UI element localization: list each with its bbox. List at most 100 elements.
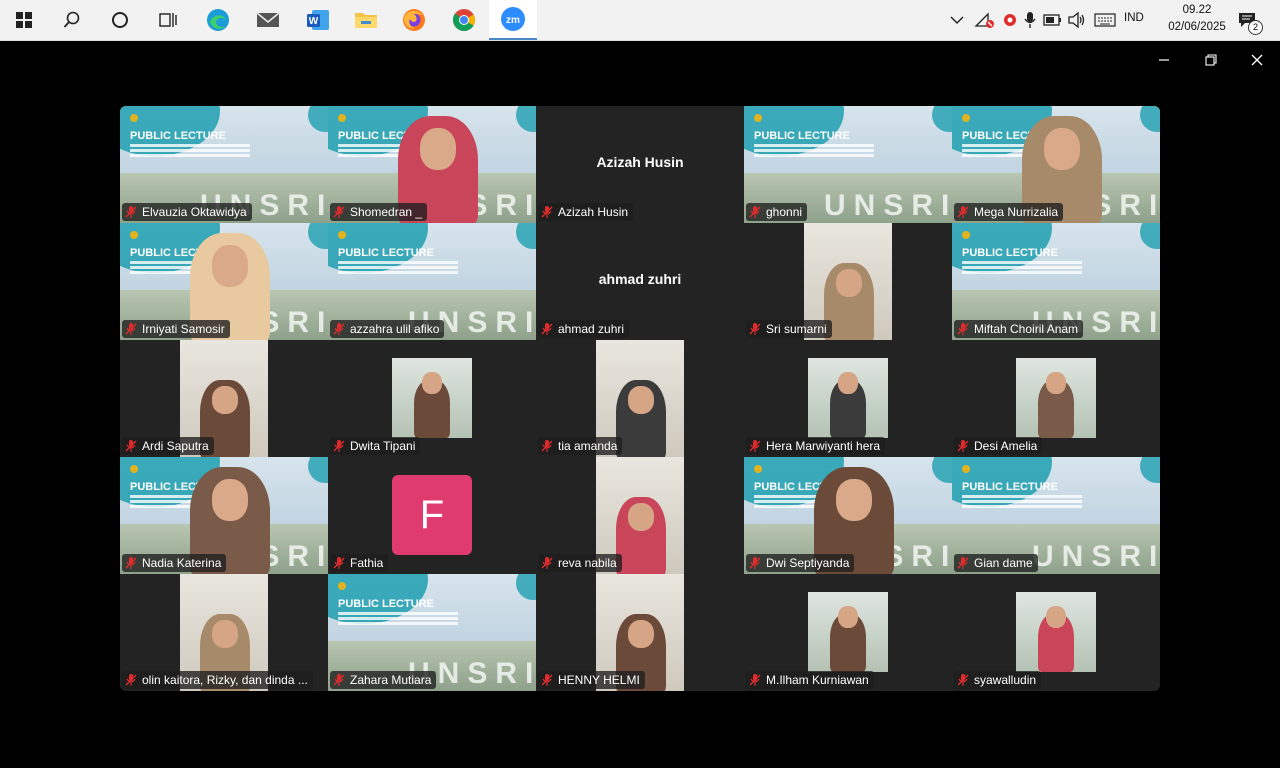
poster-title: PUBLIC LECTURE: [962, 481, 1058, 493]
close-icon: [1251, 54, 1263, 66]
word-icon[interactable]: W: [294, 0, 342, 40]
keyboard-icon[interactable]: [1092, 0, 1118, 40]
taskbar-clock[interactable]: 09.22 02/06/2025: [1160, 2, 1234, 36]
poster-title: PUBLIC LECTURE: [130, 130, 226, 142]
mic-muted-icon: [541, 323, 553, 335]
chevron-up-icon[interactable]: [948, 0, 966, 40]
participant-name: Dwi Septiyanda: [766, 556, 850, 570]
participant-tile[interactable]: PUBLIC LECTUREUNSRINadia Katerina: [120, 457, 328, 574]
volume-icon[interactable]: [1066, 0, 1088, 40]
mic-muted-icon: [125, 440, 137, 452]
profile-photo: [1016, 358, 1096, 438]
participant-name-label: Shomedran _: [330, 203, 428, 221]
participant-face: [628, 503, 654, 531]
participant-tile[interactable]: syawalludin: [952, 574, 1160, 691]
participant-name: Hera Marwiyanti hera: [766, 439, 881, 453]
participant-name: Ardi Saputra: [142, 439, 209, 453]
chrome-icon[interactable]: [440, 0, 488, 40]
network-icon[interactable]: [972, 0, 996, 40]
participant-tile[interactable]: Azizah Husin Azizah Husin: [536, 106, 744, 223]
profile-photo: [808, 358, 888, 438]
participant-name-label: Azizah Husin: [538, 203, 634, 221]
participant-name-label: Elvauzia Oktawidya: [122, 203, 252, 221]
poster-watermark: UNSRI: [824, 189, 952, 222]
mic-muted-icon: [749, 440, 761, 452]
participant-tile[interactable]: tia amanda: [536, 340, 744, 457]
notification-count-badge: 2: [1248, 20, 1263, 35]
mic-muted-icon: [541, 440, 553, 452]
mail-icon[interactable]: [244, 0, 292, 40]
mic-muted-icon: [749, 206, 761, 218]
participant-tile[interactable]: PUBLIC LECTURE UNSRI Elvauzia Oktawidya: [120, 106, 328, 223]
poster-title: PUBLIC LECTURE: [962, 247, 1058, 259]
participant-tile[interactable]: PUBLIC LECTURE UNSRI Zahara Mutiara: [328, 574, 536, 691]
participant-name-label: Zahara Mutiara: [330, 671, 437, 689]
participant-name: Mega Nurrizalia: [974, 205, 1059, 219]
svg-text:W: W: [309, 16, 319, 27]
participant-tile[interactable]: Hera Marwiyanti hera: [744, 340, 952, 457]
participant-name-label: M.Ilham Kurniawan: [746, 671, 874, 689]
participant-name-label: tia amanda: [538, 437, 623, 455]
mic-muted-icon: [749, 674, 761, 686]
battery-icon[interactable]: [1042, 0, 1064, 40]
minimize-button[interactable]: [1144, 48, 1184, 72]
windows-taskbar: W zm IND 09.22 02/06/2025 2: [0, 0, 1280, 41]
participant-name: azzahra ulil afiko: [350, 322, 440, 336]
participant-tile[interactable]: PUBLIC LECTUREUNSRIIrniyati Samosir: [120, 223, 328, 340]
participant-tile[interactable]: PUBLIC LECTURE UNSRI azzahra ulil afiko: [328, 223, 536, 340]
participant-tile[interactable]: PUBLIC LECTUREUNSRIDwi Septiyanda: [744, 457, 952, 574]
participant-tile[interactable]: ahmad zuhri ahmad zuhri: [536, 223, 744, 340]
participant-tile[interactable]: reva nabila: [536, 457, 744, 574]
participant-name-label: olin kaitora, Rizky, dan dinda ...: [122, 671, 313, 689]
participant-tile[interactable]: F Fathia: [328, 457, 536, 574]
windows-start-icon[interactable]: [0, 0, 48, 40]
cortana-icon[interactable]: [96, 0, 144, 40]
participant-tile[interactable]: Sri sumarni: [744, 223, 952, 340]
profile-photo: [392, 358, 472, 438]
participant-name-label: Dwi Septiyanda: [746, 554, 855, 572]
participant-tile[interactable]: PUBLIC LECTUREUNSRIShomedran _: [328, 106, 536, 223]
mic-muted-icon: [957, 674, 969, 686]
participant-tile[interactable]: Desi Amelia: [952, 340, 1160, 457]
mic-muted-icon: [125, 323, 137, 335]
participant-tile[interactable]: HENNY HELMI: [536, 574, 744, 691]
participant-tile[interactable]: PUBLIC LECTURE UNSRI Miftah Choiril Anam: [952, 223, 1160, 340]
close-button[interactable]: [1237, 48, 1277, 72]
microphone-icon[interactable]: [1020, 0, 1040, 40]
photo-face: [838, 606, 858, 628]
zoom-icon[interactable]: zm: [489, 0, 537, 40]
clock-date: 02/06/2025: [1168, 21, 1226, 33]
participant-face: [1044, 128, 1080, 170]
participant-tile[interactable]: M.Ilham Kurniawan: [744, 574, 952, 691]
participant-name-label: Nadia Katerina: [122, 554, 227, 572]
mic-muted-icon: [333, 557, 345, 569]
participant-name-label: HENNY HELMI: [538, 671, 645, 689]
restore-button[interactable]: [1191, 48, 1231, 72]
participant-name: Sri sumarni: [766, 322, 827, 336]
participant-name: Zahara Mutiara: [350, 673, 432, 687]
poster-watermark: UNSRI: [1032, 540, 1160, 573]
participant-name-label: Miftah Choiril Anam: [954, 320, 1084, 338]
profile-photo: [1016, 592, 1096, 672]
participant-tile[interactable]: Dwita Tipani: [328, 340, 536, 457]
record-icon[interactable]: [1000, 0, 1020, 40]
participant-name-label: Dwita Tipani: [330, 437, 421, 455]
participant-tile[interactable]: Ardi Saputra: [120, 340, 328, 457]
participant-tile[interactable]: PUBLIC LECTURE UNSRI ghonni: [744, 106, 952, 223]
firefox-icon[interactable]: [390, 0, 438, 40]
participant-name: Irniyati Samosir: [142, 322, 225, 336]
task-view-icon[interactable]: [144, 0, 192, 40]
input-language[interactable]: IND: [1124, 12, 1144, 24]
edge-icon[interactable]: [194, 0, 242, 40]
mic-muted-icon: [541, 206, 553, 218]
participant-display-name: ahmad zuhri: [598, 271, 682, 287]
participant-tile[interactable]: olin kaitora, Rizky, dan dinda ...: [120, 574, 328, 691]
participant-tile[interactable]: PUBLIC LECTURE UNSRI Gian dame: [952, 457, 1160, 574]
participant-tile[interactable]: PUBLIC LECTUREUNSRIMega Nurrizalia: [952, 106, 1160, 223]
file-explorer-icon[interactable]: [342, 0, 390, 40]
participant-display-name: Azizah Husin: [596, 154, 684, 170]
search-icon[interactable]: [48, 0, 96, 40]
zoom-icon-label: zm: [506, 15, 520, 26]
participant-face: [836, 269, 862, 297]
participant-name: Desi Amelia: [974, 439, 1038, 453]
